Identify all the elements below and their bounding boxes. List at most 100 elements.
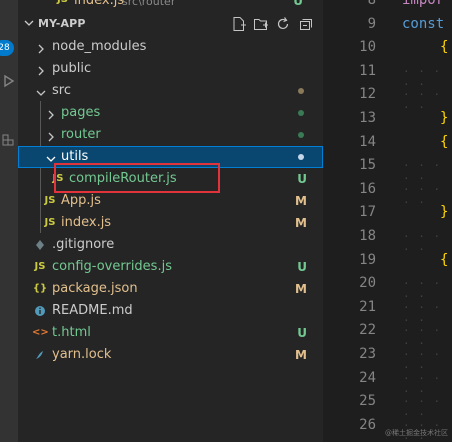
tree-item-label: public xyxy=(52,61,92,76)
tree-file-package-json[interactable]: {} package.json M xyxy=(18,278,323,300)
collapse-all-icon[interactable] xyxy=(297,16,313,32)
git-file-icon xyxy=(32,234,48,256)
line-number: 19 xyxy=(359,251,376,268)
tree-item-label: yarn.lock xyxy=(52,347,112,362)
activity-bar: 28 xyxy=(0,0,18,442)
tree-file-readme[interactable]: README.md xyxy=(18,300,323,322)
whitespace-marker: · · · · · xyxy=(403,395,442,422)
whitespace-marker: · · · · · xyxy=(403,300,442,327)
watermark-text: @稀土掘金技术社区 xyxy=(385,429,448,437)
line-number: 16 xyxy=(359,180,376,197)
code-token: { xyxy=(440,39,449,56)
info-file-icon xyxy=(32,300,48,322)
tree-file-gitignore[interactable]: .gitignore xyxy=(18,234,323,256)
tree-item-label: pages xyxy=(61,105,101,120)
tree-file-yarn-lock[interactable]: yarn.lock M xyxy=(18,344,323,366)
tree-file-t-html[interactable]: <> t.html U xyxy=(18,322,323,344)
code-token: const xyxy=(402,15,445,32)
extensions-icon[interactable] xyxy=(2,132,16,146)
git-status-modified: M xyxy=(295,216,307,230)
open-editor-filename: index.js xyxy=(74,0,125,8)
whitespace-marker: · · · · · xyxy=(403,324,442,351)
code-token: { xyxy=(440,133,449,150)
line-number: 14 xyxy=(359,133,376,150)
line-number: 26 xyxy=(359,416,376,433)
code-token: impor xyxy=(402,0,445,8)
tree-item-label: src xyxy=(52,83,71,98)
untracked-dot-icon xyxy=(298,110,304,116)
line-number: 24 xyxy=(359,369,376,386)
whitespace-marker: · · · · · xyxy=(403,64,442,91)
source-control-badge: 28 xyxy=(0,40,14,56)
chevron-down-icon xyxy=(45,151,57,163)
json-file-icon: {} xyxy=(32,283,48,294)
tree-item-label: index.js xyxy=(61,215,112,230)
whitespace-marker: · · · · · xyxy=(403,88,442,115)
tree-item-label: App.js xyxy=(61,193,101,208)
js-file-icon: JS xyxy=(34,261,46,272)
html-file-icon: <> xyxy=(32,327,49,338)
line-number: 8 xyxy=(367,0,376,8)
whitespace-marker: · · · · · xyxy=(403,230,442,256)
yarn-file-icon xyxy=(32,344,48,366)
line-number: 21 xyxy=(359,298,376,315)
tree-folder-public[interactable]: public xyxy=(18,58,323,80)
chevron-right-icon xyxy=(35,63,47,76)
line-number: 9 xyxy=(367,15,376,32)
line-number: 13 xyxy=(359,110,376,126)
line-number: 22 xyxy=(359,322,376,339)
tree-folder-src[interactable]: src xyxy=(18,80,323,102)
git-status-untracked: U xyxy=(297,260,307,274)
git-status-modified: M xyxy=(295,282,307,296)
refresh-icon[interactable] xyxy=(275,16,291,32)
line-number: 10 xyxy=(359,39,376,56)
whitespace-marker: · · · · · xyxy=(403,371,442,398)
whitespace-marker: · · · · · xyxy=(403,159,442,186)
modified-dot-icon xyxy=(298,88,304,94)
line-number: 23 xyxy=(359,346,376,362)
explorer-actions xyxy=(231,16,313,32)
git-status-untracked: U xyxy=(293,0,303,8)
whitespace-marker: · · · · · xyxy=(403,277,442,304)
explorer-title: MY-APP xyxy=(38,17,86,30)
tree-item-label: package.json xyxy=(52,281,138,296)
tree-item-label: node_modules xyxy=(52,39,147,54)
line-number: 11 xyxy=(359,62,376,79)
line-number: 17 xyxy=(359,204,376,221)
annotation-highlight-box xyxy=(54,163,220,193)
untracked-dot-icon xyxy=(298,154,304,160)
tree-file-config-overrides[interactable]: JS config-overrides.js U xyxy=(18,256,323,278)
tree-item-label: .gitignore xyxy=(52,237,115,252)
line-number: 18 xyxy=(359,228,376,244)
whitespace-marker: · · · · · xyxy=(403,348,442,374)
tree-folder-node-modules[interactable]: node_modules xyxy=(18,36,323,58)
line-number: 20 xyxy=(359,275,376,292)
open-editor-path: src\router xyxy=(122,0,176,8)
line-number: 25 xyxy=(359,393,376,410)
git-status-untracked: U xyxy=(297,326,307,340)
explorer-section-header[interactable]: MY-APP xyxy=(18,13,323,35)
new-file-icon[interactable] xyxy=(231,16,247,32)
chevron-down-icon xyxy=(23,17,35,29)
tree-file-index-js[interactable]: JS index.js M xyxy=(18,212,323,234)
chevron-right-icon xyxy=(45,129,57,142)
untracked-dot-icon xyxy=(298,132,304,138)
explorer-sidebar: JS index.js src\router U MY-APP xyxy=(18,0,323,442)
tree-file-app-js[interactable]: JS App.js M xyxy=(18,190,323,212)
line-number: 15 xyxy=(359,157,376,174)
new-folder-icon[interactable] xyxy=(253,16,269,32)
code-editor[interactable]: 8 9 10 11 12 13 14 15 16 17 18 19 20 21 22 23 24 25 26 imp… xyxy=(323,0,452,442)
chevron-right-icon xyxy=(45,107,57,120)
git-status-modified: M xyxy=(295,194,307,208)
line-number: 12 xyxy=(359,86,376,103)
js-file-icon: JS xyxy=(44,217,56,228)
run-debug-icon[interactable] xyxy=(2,74,16,88)
open-editor-item[interactable]: JS index.js src\router U xyxy=(18,0,323,12)
js-file-icon: JS xyxy=(44,195,56,206)
tree-item-label: config-overrides.js xyxy=(52,259,172,274)
tree-item-label: README.md xyxy=(52,303,133,318)
tree-folder-pages[interactable]: pages xyxy=(18,102,323,124)
whitespace-marker: · · · · · xyxy=(403,182,442,209)
chevron-right-icon xyxy=(35,41,47,54)
tree-folder-router[interactable]: router xyxy=(18,124,323,146)
